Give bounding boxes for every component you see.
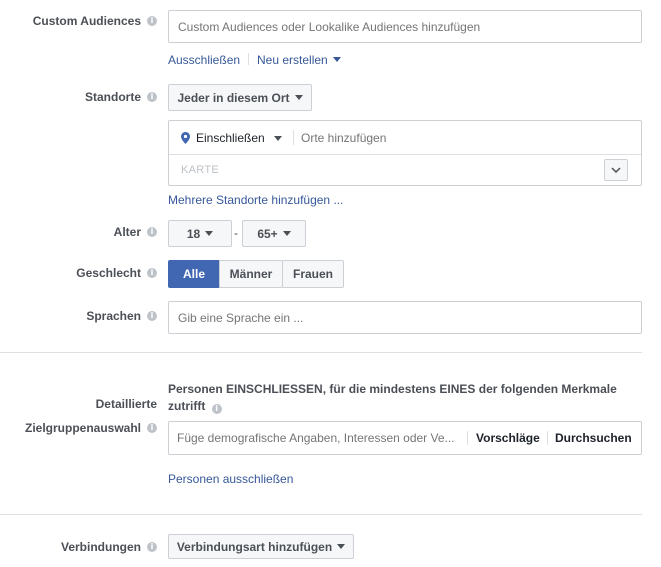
chevron-down-icon	[205, 231, 214, 236]
chevron-down-icon	[273, 135, 282, 141]
info-icon[interactable]: i	[147, 268, 157, 278]
info-icon[interactable]: i	[147, 423, 157, 433]
add-connection-type-label: Verbindungsart hinzufügen	[176, 539, 333, 554]
age-max-value: 65+	[257, 226, 278, 241]
info-icon[interactable]: i	[147, 542, 157, 552]
section-divider	[0, 352, 642, 353]
gender-label: Geschlecht	[76, 266, 141, 280]
detailed-targeting-label-line1: Detaillierte	[95, 397, 157, 411]
chevron-down-icon	[611, 167, 621, 173]
custom-audiences-exclude-link[interactable]: Ausschließen	[168, 53, 240, 67]
info-icon[interactable]: i	[147, 92, 157, 102]
chevron-down-icon	[282, 231, 291, 236]
detailed-targeting-divider	[467, 431, 468, 445]
connections-label: Verbindungen	[60, 540, 141, 554]
locations-label: Standorte	[84, 90, 141, 104]
age-min-dropdown[interactable]: 18	[168, 220, 232, 247]
browse-button[interactable]: Durchsuchen	[555, 431, 632, 445]
gender-women-button[interactable]: Frauen	[282, 260, 344, 288]
gender-all-button[interactable]: Alle	[168, 260, 220, 288]
map-label: KARTE	[181, 164, 219, 176]
location-divider	[293, 130, 294, 145]
detailed-targeting-description-text: zutrifft	[168, 399, 206, 413]
detailed-targeting-description-line1: Personen EINSCHLIESSEN, für die mindeste…	[168, 382, 617, 396]
add-multiple-locations-link[interactable]: Mehrere Standorte hinzufügen ...	[168, 193, 343, 207]
detailed-targeting-label-line2: Zielgruppenauswahl	[24, 421, 141, 435]
location-box-divider	[169, 154, 641, 155]
suggestions-divider	[547, 431, 548, 445]
custom-audiences-label: Custom Audiences	[32, 14, 141, 28]
add-connection-type-dropdown[interactable]: Verbindungsart hinzufügen	[168, 534, 354, 559]
location-scope-dropdown[interactable]: Jeder in diesem Ort	[168, 84, 312, 111]
location-scope-value: Jeder in diesem Ort	[177, 90, 290, 105]
info-icon[interactable]: i	[211, 404, 222, 414]
chevron-down-icon	[337, 544, 346, 549]
detailed-targeting-box: Vorschläge Durchsuchen	[168, 421, 642, 455]
location-search-input[interactable]	[301, 128, 601, 148]
info-icon[interactable]: i	[147, 311, 157, 321]
create-new-label: Neu erstellen	[257, 53, 328, 67]
link-divider	[248, 53, 249, 65]
map-toggle-button[interactable]	[604, 159, 628, 181]
info-icon[interactable]: i	[147, 16, 157, 26]
info-icon[interactable]: i	[147, 227, 157, 237]
age-separator: -	[234, 226, 238, 240]
chevron-down-icon	[332, 57, 341, 62]
age-max-dropdown[interactable]: 65+	[242, 220, 306, 247]
languages-input[interactable]	[168, 301, 642, 334]
languages-label: Sprachen	[86, 309, 141, 323]
location-include-dropdown[interactable]: Einschließen	[181, 129, 282, 147]
create-new-link[interactable]: Neu erstellen	[257, 53, 341, 67]
exclude-people-link[interactable]: Personen ausschließen	[168, 472, 293, 486]
section-divider	[0, 514, 642, 515]
gender-men-button[interactable]: Männer	[219, 260, 283, 288]
custom-audiences-input[interactable]	[168, 10, 642, 43]
detailed-targeting-description-line2: zutrifft i	[168, 399, 222, 414]
location-pin-icon	[181, 132, 190, 144]
age-label: Alter	[113, 225, 141, 239]
age-min-value: 18	[186, 226, 201, 241]
suggestions-button[interactable]: Vorschläge	[476, 431, 540, 445]
detailed-targeting-input[interactable]	[177, 428, 462, 448]
location-box: Einschließen KARTE	[168, 120, 642, 186]
chevron-down-icon	[294, 95, 303, 100]
location-include-value: Einschließen	[196, 131, 265, 145]
